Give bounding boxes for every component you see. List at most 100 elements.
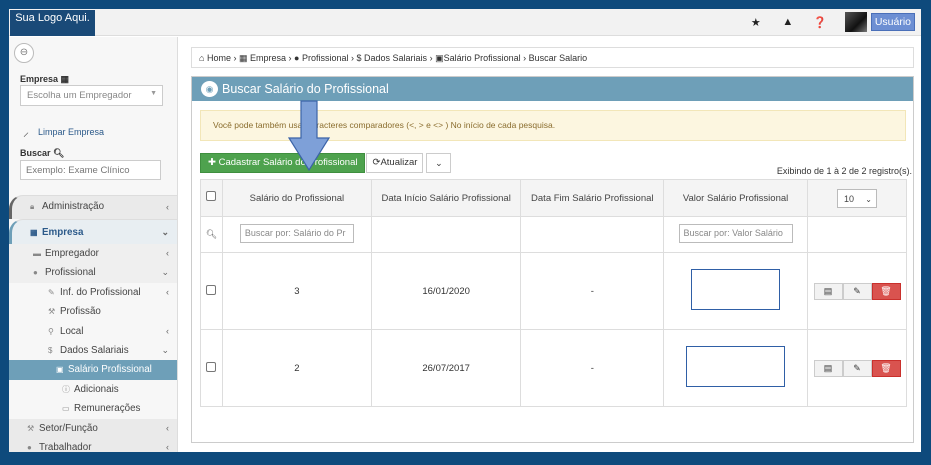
filter-salario-input[interactable]: Buscar por: Salário do Pr — [239, 223, 354, 243]
chevron-left-icon: ‹ — [166, 202, 169, 212]
sidebar-item-empresa[interactable]: ▦ Empresa ⌄ — [9, 219, 177, 244]
sidebar-item-remuneracoes[interactable]: ▭ Remunerações — [9, 399, 177, 419]
breadcrumb-dados-salariais[interactable]: Dados Salariais — [364, 53, 427, 63]
empresa-select[interactable]: Escolha um Empregador ▼ — [20, 85, 163, 106]
logo: Sua Logo Aqui. — [10, 10, 95, 36]
add-salary-button[interactable]: ✚ Cadastrar Salário do Profissional — [200, 153, 366, 173]
brush-icon: ⸝ — [23, 125, 30, 139]
lock-icon: 🔒︎ — [30, 202, 35, 211]
back-icon[interactable]: ⊖ — [14, 43, 34, 63]
sidebar-item-empregador[interactable]: ▬ Empregador ‹ — [9, 244, 177, 264]
map-marker-icon: ⚲ — [48, 326, 54, 336]
row-checkbox[interactable] — [206, 284, 217, 295]
details-button[interactable]: ▤ — [813, 359, 843, 377]
user-button[interactable]: Usuário — [870, 13, 915, 31]
sidebar-item-label: Profissional — [45, 267, 96, 279]
cell-data-fim: - — [520, 329, 665, 407]
cell-valor — [663, 329, 808, 407]
eye-icon: ◉ — [201, 81, 218, 97]
sidebar-item-profissao[interactable]: ⚒ Profissão — [9, 302, 177, 322]
sidebar-item-setor-funcao[interactable]: ⚒ Setor/Função ‹ — [9, 418, 177, 438]
wrench-icon: ⚒ — [48, 307, 56, 317]
top-icons: ★ ▲ ❓ Usuário — [749, 12, 915, 32]
row-actions: ▤ ✎ 🗑︎ — [813, 359, 901, 377]
sidebar-item-dados-salariais[interactable]: $ Dados Salariais ⌄ — [9, 340, 177, 361]
sidebar-item-label: Dados Salariais — [60, 344, 129, 356]
details-button[interactable]: ▤ — [813, 282, 843, 300]
down-arrow-annotation — [287, 100, 331, 172]
page-size-select[interactable]: 10 ⌄ — [837, 188, 877, 208]
building-icon: ▦ — [30, 228, 38, 237]
col-data-inicio[interactable]: Data Início Salário Profissional — [370, 179, 522, 217]
breadcrumb-profissional[interactable]: Profissional — [302, 53, 349, 63]
row-checkbox[interactable] — [206, 361, 217, 372]
avatar[interactable] — [844, 12, 867, 32]
cell-salario: 3 — [221, 252, 372, 330]
dollar-icon: $ — [48, 345, 53, 355]
chevron-left-icon: ‹ — [166, 441, 169, 452]
sidebar-item-label: Salário Profissional — [68, 364, 152, 376]
sidebar-item-label: Local — [60, 325, 84, 337]
cell-actions: ▤ ✎ 🗑︎ — [807, 252, 907, 330]
record-count: Exibindo de 1 à 2 de 2 registro(s). — [776, 166, 912, 176]
clear-empresa-link[interactable]: ⸝ Limpar Empresa — [23, 123, 104, 140]
chevron-down-icon: ⌄ — [161, 267, 169, 278]
filter-valor-input[interactable]: Buscar por: Valor Salário — [678, 223, 793, 243]
building-icon: ▦ — [60, 74, 70, 84]
col-valor[interactable]: Valor Salário Profissional — [663, 179, 808, 217]
money-icon: ▣ — [56, 365, 64, 375]
sidebar-item-trabalhador[interactable]: ● Trabalhador ‹ — [9, 437, 177, 452]
sidebar-item-label: Profissão — [60, 306, 101, 318]
chevron-left-icon: ‹ — [166, 325, 169, 336]
top-bar: Sua Logo Aqui. ★ ▲ ❓ Usuário — [9, 9, 921, 36]
col-salario[interactable]: Salário do Profissional — [221, 179, 372, 217]
select-all-cell — [200, 179, 223, 217]
sidebar-item-inf-profissional[interactable]: ✎ Inf. do Profissional ‹ — [9, 282, 177, 303]
sidebar-item-administracao[interactable]: 🔒︎ Administração ‹ — [9, 195, 177, 219]
chevron-down-icon: ⌄ — [865, 194, 872, 204]
chevron-left-icon: ‹ — [166, 286, 169, 297]
search-icon: 🔍︎ — [53, 148, 65, 158]
select-all-checkbox[interactable] — [206, 191, 217, 201]
sidebar-item-salario-profissional[interactable]: ▣ Salário Profissional — [9, 360, 177, 380]
money-icon: ▣ — [435, 53, 444, 63]
options-dropdown-button[interactable]: ⌄ — [426, 153, 452, 173]
filter-icon-cell: 🔍︎ — [200, 216, 223, 253]
wrench-icon: ⚒ — [27, 423, 35, 433]
star-icon[interactable]: ★ — [749, 16, 763, 29]
cell-data-fim: - — [520, 252, 665, 330]
breadcrumb-home[interactable]: Home — [207, 53, 231, 63]
chevron-down-icon: ⌄ — [161, 227, 169, 237]
chevron-left-icon: ‹ — [166, 422, 169, 433]
warning-icon[interactable]: ▲ — [781, 16, 795, 28]
plus-icon: ✚ — [208, 157, 216, 168]
sidebar-item-label: Inf. do Profissional — [60, 286, 141, 298]
edit-button[interactable]: ✎ — [842, 282, 872, 300]
user-icon: ● — [294, 53, 300, 63]
sidebar-item-local[interactable]: ⚲ Local ‹ — [9, 321, 177, 341]
sidebar-menu: 🔒︎ Administração ‹ ▦ Empresa ⌄ ▬ Empregador ‹ … — [9, 195, 177, 452]
cell-salario: 2 — [221, 329, 372, 407]
delete-button[interactable]: 🗑︎ — [871, 282, 901, 300]
salary-table: Salário do Profissional Data Início Salá… — [200, 179, 907, 407]
caret-down-icon: ▼ — [150, 90, 157, 97]
card-icon: ▭ — [62, 404, 70, 414]
sidebar-search-input[interactable]: Exemplo: Exame Clínico — [20, 160, 161, 180]
edit-button[interactable]: ✎ — [842, 359, 872, 377]
sidebar-item-label: Trabalhador — [39, 441, 92, 452]
briefcase-icon: ▬ — [33, 249, 41, 258]
table-header-row: Salário do Profissional Data Início Salá… — [200, 179, 907, 217]
sidebar-item-label: Empresa — [42, 227, 84, 238]
sidebar-item-adicionais[interactable]: ⓘ Adicionais — [9, 379, 177, 400]
refresh-button[interactable]: ⟳Atualizar — [366, 153, 424, 173]
sidebar-item-profissional[interactable]: ● Profissional ⌄ — [9, 263, 177, 283]
col-data-fim[interactable]: Data Fim Salário Profissional — [520, 179, 665, 217]
user-icon: ● — [27, 442, 32, 452]
breadcrumb-empresa[interactable]: Empresa — [250, 53, 286, 63]
help-icon[interactable]: ❓ — [813, 16, 827, 29]
dollar-icon: $ — [356, 53, 362, 63]
info-icon: ⓘ — [62, 384, 70, 394]
delete-button[interactable]: 🗑︎ — [871, 359, 901, 377]
search-label: Buscar 🔍︎ — [20, 148, 64, 159]
breadcrumb-salario-profissional[interactable]: Salário Profissional — [444, 53, 521, 63]
